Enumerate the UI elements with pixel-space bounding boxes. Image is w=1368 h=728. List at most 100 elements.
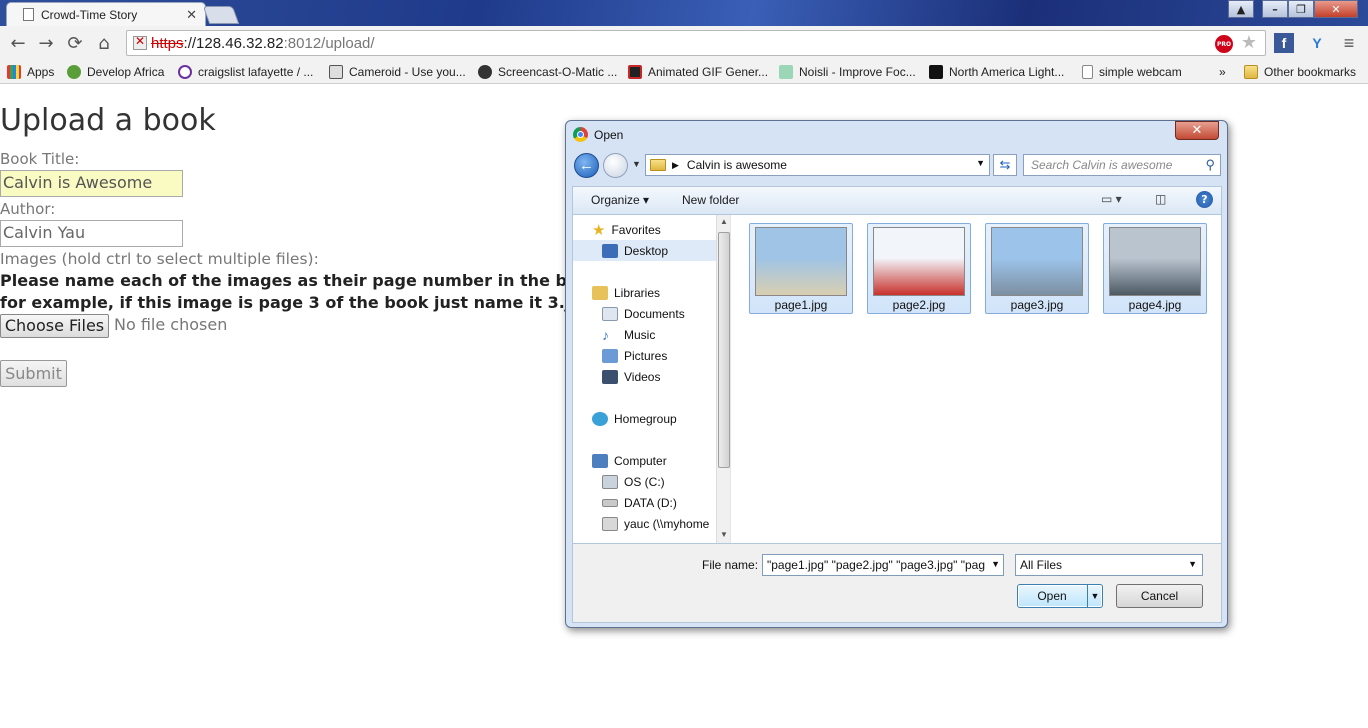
chrome-icon <box>573 127 588 142</box>
browser-tab[interactable]: Crowd-Time Story ✕ <box>6 2 206 26</box>
bookmarks-bar: Apps Develop Africa craigslist lafayette… <box>0 60 1368 84</box>
nav-item-favorites[interactable]: ★ Favorites <box>573 219 729 240</box>
insecure-lock-icon[interactable] <box>133 34 147 50</box>
reload-icon[interactable]: ⟳ <box>63 31 87 55</box>
naming-note-line1: Please name each of the images as their … <box>0 271 606 290</box>
bookmarks-overflow-chevron[interactable]: » <box>1219 63 1226 81</box>
nav-label: OS (C:) <box>624 474 665 489</box>
scroll-up-icon[interactable]: ▲ <box>720 217 728 226</box>
chrome-menu-icon[interactable]: ≡ <box>1339 33 1359 53</box>
change-view-icon[interactable]: ▭ ▾ <box>1101 192 1122 206</box>
bookmark-other[interactable]: Other bookmarks <box>1244 63 1356 81</box>
bookmark-screencast[interactable]: Screencast-O-Matic ... <box>478 63 617 81</box>
nav-item-desktop[interactable]: Desktop <box>573 240 729 261</box>
dialog-close-button[interactable]: ✕ <box>1175 121 1219 140</box>
preview-pane-icon[interactable]: ◫ <box>1155 192 1166 206</box>
file-item-page4[interactable]: page4.jpg <box>1103 223 1207 314</box>
y-extension-icon[interactable]: Y <box>1307 33 1327 53</box>
bookmark-develop-africa[interactable]: Develop Africa <box>67 63 164 81</box>
author-input[interactable]: Calvin Yau <box>0 220 183 247</box>
bookmark-craigslist[interactable]: craigslist lafayette / ... <box>178 63 313 81</box>
forward-arrow-icon[interactable]: → <box>34 31 58 55</box>
file-item-page3[interactable]: page3.jpg <box>985 223 1089 314</box>
help-icon[interactable]: ? <box>1196 191 1213 208</box>
nav-item-libraries[interactable]: Libraries <box>573 282 729 303</box>
file-type-select[interactable]: All Files ▼ <box>1015 554 1203 576</box>
homegroup-icon <box>592 411 608 426</box>
back-arrow-icon[interactable]: ← <box>6 31 30 55</box>
back-arrow-icon[interactable]: ← <box>574 153 599 178</box>
url-host: ://128.46.32.82 <box>183 34 284 52</box>
history-dropdown-icon[interactable]: ▼ <box>632 159 641 169</box>
bookmark-simple-webcam[interactable]: simple webcam <box>1082 63 1182 81</box>
address-bar[interactable]: https://128.46.32.82:8012/upload/ PRO ★ <box>126 30 1266 56</box>
profile-button[interactable]: ▲ <box>1228 0 1254 18</box>
url-path: :8012/upload/ <box>283 34 375 52</box>
book-title-input[interactable]: Calvin is Awesome <box>0 170 183 197</box>
pro-extension-icon[interactable]: PRO <box>1215 35 1233 53</box>
file-name-value: "page1.jpg" "page2.jpg" "page3.jpg" "pag <box>767 558 985 572</box>
nav-scrollbar[interactable]: ▲ ▼ <box>716 215 730 543</box>
bookmark-cameroid[interactable]: Cameroid - Use you... <box>329 63 466 81</box>
page-icon <box>23 8 34 21</box>
bookmark-apps[interactable]: Apps <box>7 63 54 81</box>
file-name: page1.jpg <box>774 298 828 312</box>
minimize-button[interactable]: – <box>1262 0 1288 18</box>
nav-item-videos[interactable]: Videos <box>573 366 729 387</box>
bookmark-north-america[interactable]: North America Light... <box>929 63 1064 81</box>
home-icon[interactable]: ⌂ <box>92 31 116 55</box>
file-item-page1[interactable]: page1.jpg <box>749 223 853 314</box>
forward-button[interactable] <box>603 153 628 178</box>
window-titlebar: Crowd-Time Story ✕ ▲ – ❐ ✕ <box>0 0 1368 26</box>
new-tab-button[interactable] <box>202 6 240 24</box>
tab-close-icon[interactable]: ✕ <box>186 7 197 23</box>
nav-item-pictures[interactable]: Pictures <box>573 345 729 366</box>
nav-item-computer[interactable]: Computer <box>573 450 729 471</box>
gif-icon <box>628 65 642 79</box>
breadcrumb-folder[interactable]: Calvin is awesome <box>687 158 787 172</box>
file-name-input[interactable]: "page1.jpg" "page2.jpg" "page3.jpg" "pag… <box>762 554 1004 576</box>
thumbnail-image <box>755 227 847 296</box>
open-options-chevron-icon[interactable]: ▼ <box>1087 585 1102 607</box>
open-button[interactable]: Open ▼ <box>1017 584 1103 608</box>
search-input[interactable]: Search Calvin is awesome ⚲ <box>1023 154 1221 176</box>
nav-item-network-drive[interactable]: yauc (\\myhome <box>573 513 729 534</box>
bookmark-gif-generator[interactable]: Animated GIF Gener... <box>628 63 768 81</box>
breadcrumb-separator-icon[interactable]: ▶ <box>672 160 679 171</box>
chevron-down-icon[interactable]: ▼ <box>976 158 985 168</box>
documents-icon <box>602 306 618 321</box>
organize-button[interactable]: Organize ▾ <box>591 193 649 207</box>
bookmark-label: simple webcam <box>1099 65 1182 79</box>
nav-item-documents[interactable]: Documents <box>573 303 729 324</box>
nav-item-music[interactable]: ♪ Music <box>573 324 729 345</box>
dialog-titlebar: Open <box>573 127 623 142</box>
peace-icon <box>178 65 192 79</box>
nav-label: Videos <box>624 369 661 384</box>
images-label: Images (hold ctrl to select multiple fil… <box>0 250 319 268</box>
file-item-page2[interactable]: page2.jpg <box>867 223 971 314</box>
bookmark-star-icon[interactable]: ★ <box>1241 32 1257 53</box>
window-close-button[interactable]: ✕ <box>1314 0 1358 18</box>
breadcrumb[interactable]: ▶ Calvin is awesome ▼ <box>645 154 990 176</box>
chevron-down-icon[interactable]: ▼ <box>991 559 1000 569</box>
facebook-extension-icon[interactable]: f <box>1274 33 1294 53</box>
chevron-down-icon[interactable]: ▼ <box>1188 559 1197 569</box>
music-note-icon: ♪ <box>602 326 609 343</box>
scroll-thumb[interactable] <box>718 232 730 468</box>
nav-label: Documents <box>624 306 685 321</box>
dialog-title: Open <box>594 127 624 142</box>
bookmark-noisli[interactable]: Noisli - Improve Foc... <box>779 63 916 81</box>
nav-item-data-d[interactable]: DATA (D:) <box>573 492 729 513</box>
search-icon[interactable]: ⚲ <box>1205 157 1215 173</box>
cancel-button[interactable]: Cancel <box>1116 584 1203 608</box>
refresh-icon[interactable]: ⇆ <box>993 154 1017 176</box>
new-folder-button[interactable]: New folder <box>682 193 739 207</box>
scroll-down-icon[interactable]: ▼ <box>720 530 728 539</box>
file-name: page2.jpg <box>892 298 946 312</box>
submit-button[interactable]: Submit <box>0 360 67 387</box>
restore-button[interactable]: ❐ <box>1288 0 1314 18</box>
nav-item-os-c[interactable]: OS (C:) <box>573 471 729 492</box>
nav-item-homegroup[interactable]: Homegroup <box>573 408 729 429</box>
choose-files-button[interactable]: Choose Files <box>0 314 109 338</box>
nav-label: Computer <box>614 453 667 468</box>
